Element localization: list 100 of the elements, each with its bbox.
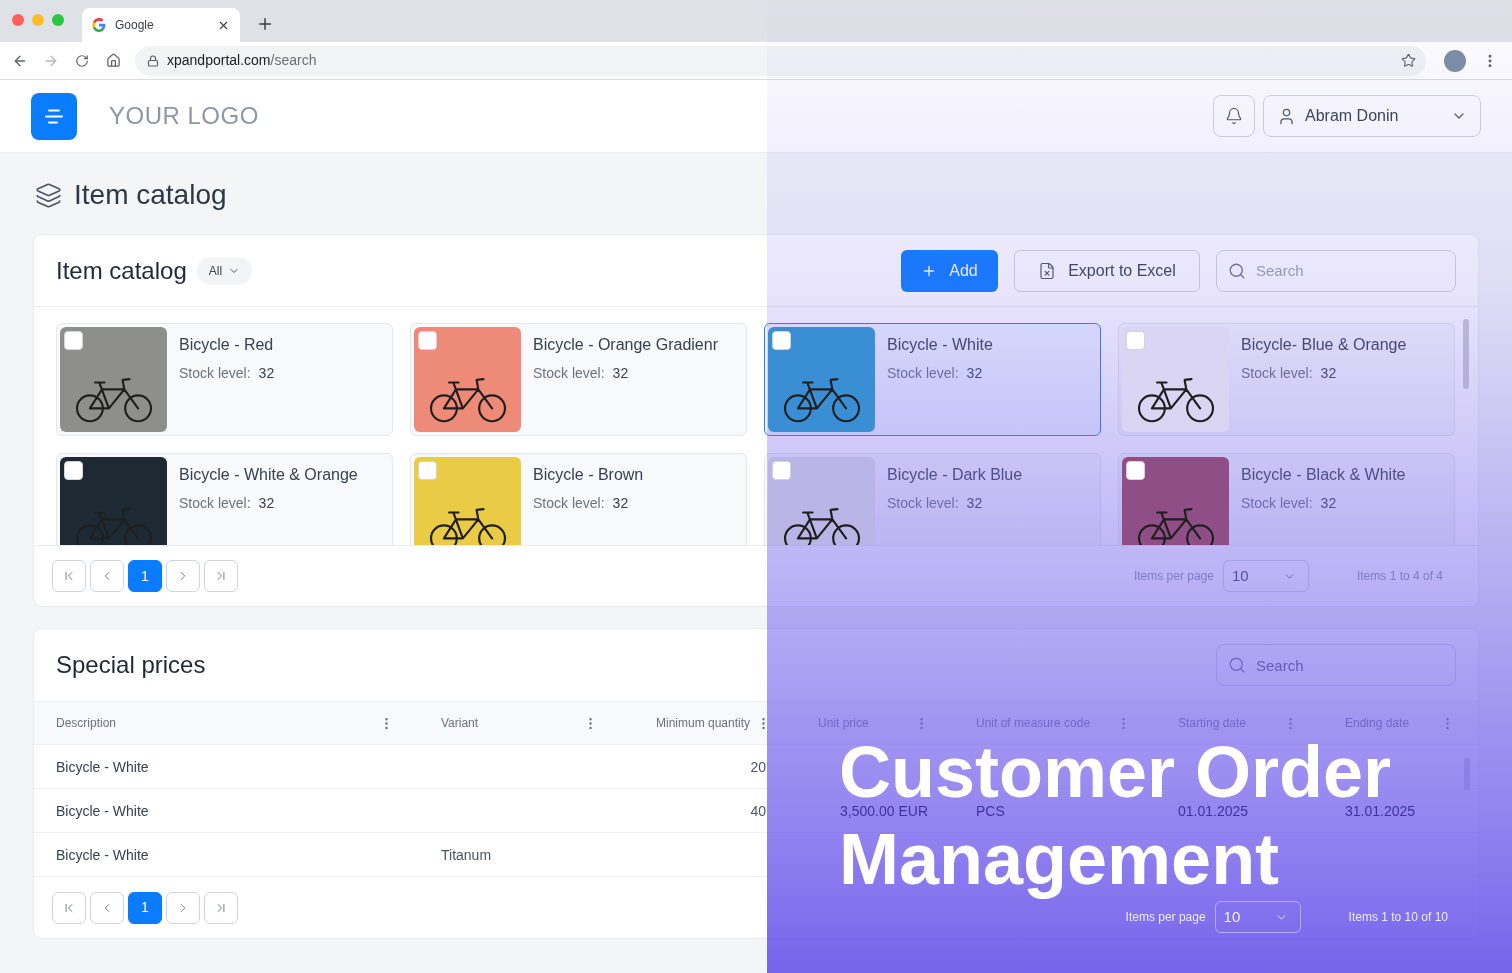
browser-tab[interactable]: Google — [82, 8, 240, 42]
page-button[interactable]: 1 — [128, 891, 162, 924]
product-name: Bicycle - White — [887, 335, 993, 355]
scrollbar-thumb[interactable] — [1463, 319, 1469, 389]
product-card[interactable]: Bicycle - Red Stock level: 32 — [56, 323, 393, 436]
product-card[interactable]: Bicycle - White & Orange Stock level: 32 — [56, 453, 393, 545]
user-icon — [1277, 106, 1296, 126]
export-excel-button[interactable]: Export to Excel — [1014, 249, 1200, 292]
product-card[interactable]: Bicycle- Blue & Orange Stock level: 32 — [1118, 323, 1455, 436]
stock-level-value: 32 — [612, 494, 629, 512]
product-name: Bicycle - Orange Gradienr — [533, 335, 718, 355]
filter-dropdown[interactable]: All — [196, 256, 253, 285]
google-icon — [92, 18, 106, 32]
page-title: Item catalog — [74, 178, 227, 212]
checkbox[interactable] — [64, 331, 83, 350]
menu-icon — [45, 108, 63, 124]
items-range-text: Items 1 to 10 of 10 — [1348, 909, 1448, 926]
previous-page-button[interactable] — [90, 891, 124, 924]
product-card[interactable]: Bicycle - Orange Gradienr Stock level: 32 — [410, 323, 747, 436]
add-button[interactable]: Add — [901, 249, 998, 292]
profile-avatar[interactable] — [1444, 49, 1466, 72]
first-page-button[interactable] — [52, 891, 86, 924]
file-x-icon — [1038, 261, 1057, 280]
stock-level-value: 32 — [258, 364, 275, 382]
stock-level-label: Stock level: — [179, 364, 251, 382]
stock-level-label: Stock level: — [1241, 364, 1313, 382]
items-per-page-label: Items per page — [1125, 909, 1206, 926]
product-name: Bicycle - White & Orange — [179, 465, 358, 485]
stock-level-value: 32 — [612, 364, 629, 382]
stock-level-value: 32 — [966, 364, 983, 382]
per-page-select[interactable]: 10 — [1222, 560, 1309, 592]
product-name: Bicycle - Red — [179, 335, 275, 355]
stock-level-value: 32 — [1320, 494, 1337, 512]
column-header[interactable]: Minimum quantity — [655, 714, 750, 732]
stock-level-label: Stock level: — [887, 364, 959, 382]
bell-icon — [1225, 107, 1243, 125]
next-page-button[interactable] — [166, 891, 200, 924]
search-icon — [1228, 656, 1246, 674]
product-card[interactable]: Bicycle - Black & White Stock level: 32 — [1118, 453, 1455, 545]
home-icon[interactable] — [106, 53, 121, 68]
last-page-icon — [214, 569, 228, 583]
product-name: Bicycle - Black & White — [1241, 465, 1406, 485]
product-name: Bicycle - Brown — [533, 465, 644, 485]
search-field[interactable]: Search — [1216, 249, 1456, 292]
checkbox[interactable] — [64, 461, 83, 480]
stock-level-label: Stock level: — [1241, 494, 1313, 512]
overlay-title: Customer Order — [839, 743, 1392, 801]
table-cell: 01.01.2025 — [1178, 802, 1249, 819]
maximize-window-icon[interactable] — [52, 14, 64, 26]
overlay-title: Management — [839, 819, 1280, 899]
product-card[interactable]: Bicycle - Dark Blue Stock level: 32 — [764, 453, 1101, 545]
product-name: Bicycle - Dark Blue — [887, 465, 1023, 485]
table-cell: 40 — [750, 802, 766, 819]
close-window-icon[interactable] — [12, 14, 24, 26]
items-per-page-label: Items per page — [1133, 568, 1214, 585]
product-card[interactable]: Bicycle - White Stock level: 32 — [764, 323, 1101, 436]
search-icon — [1228, 261, 1246, 280]
table-cell: PCS — [976, 802, 1005, 819]
column-header[interactable]: Description — [56, 714, 117, 732]
table-cell: Titanum — [441, 846, 492, 863]
stock-level-label: Stock level: — [533, 364, 605, 382]
checkbox[interactable] — [418, 331, 437, 350]
table-cell: 3,500.00 EUR — [840, 802, 928, 819]
stock-level-value: 32 — [1320, 364, 1337, 382]
special-prices-title: Special prices — [56, 650, 206, 680]
table-cell: Bicycle - White — [56, 846, 149, 863]
table-cell: 31.01.2025 — [1345, 802, 1416, 819]
items-range-text: Items 1 to 4 of 4 — [1356, 568, 1443, 585]
checkbox[interactable] — [1126, 461, 1145, 480]
checkbox[interactable] — [418, 461, 437, 480]
search-field[interactable]: Search — [1216, 644, 1456, 686]
reload-icon[interactable] — [75, 53, 89, 68]
stock-level-value: 32 — [258, 494, 275, 512]
next-page-button[interactable] — [166, 560, 200, 592]
table-cell: 20 — [750, 758, 766, 775]
catalog-title: Item catalog — [56, 255, 187, 286]
stock-level-value: 32 — [966, 494, 983, 512]
new-tab-icon[interactable] — [256, 15, 274, 33]
user-dropdown[interactable]: Abram Donin — [1263, 95, 1481, 137]
checkbox[interactable] — [1126, 331, 1145, 350]
notifications-button[interactable] — [1213, 95, 1255, 137]
table-cell: Bicycle - White — [56, 802, 149, 819]
column-header[interactable]: Variant — [441, 714, 479, 732]
checkbox[interactable] — [772, 461, 791, 480]
first-page-button[interactable] — [52, 560, 86, 592]
per-page-select[interactable]: 10 — [1214, 901, 1301, 933]
last-page-button[interactable] — [204, 891, 238, 924]
page-button[interactable]: 1 — [128, 560, 162, 592]
stock-level-label: Stock level: — [887, 494, 959, 512]
minimize-window-icon[interactable] — [32, 14, 44, 26]
star-icon[interactable] — [1401, 53, 1416, 68]
last-page-button[interactable] — [204, 560, 238, 592]
layers-icon — [35, 181, 62, 209]
menu-button[interactable] — [31, 92, 77, 140]
checkbox[interactable] — [772, 331, 791, 350]
product-card[interactable]: Bicycle - Brown Stock level: 32 — [410, 453, 747, 545]
previous-page-button[interactable] — [90, 560, 124, 592]
stock-level-label: Stock level: — [179, 494, 251, 512]
first-page-icon — [62, 569, 76, 583]
address-bar[interactable]: xpandportal.com/search — [135, 45, 1426, 76]
